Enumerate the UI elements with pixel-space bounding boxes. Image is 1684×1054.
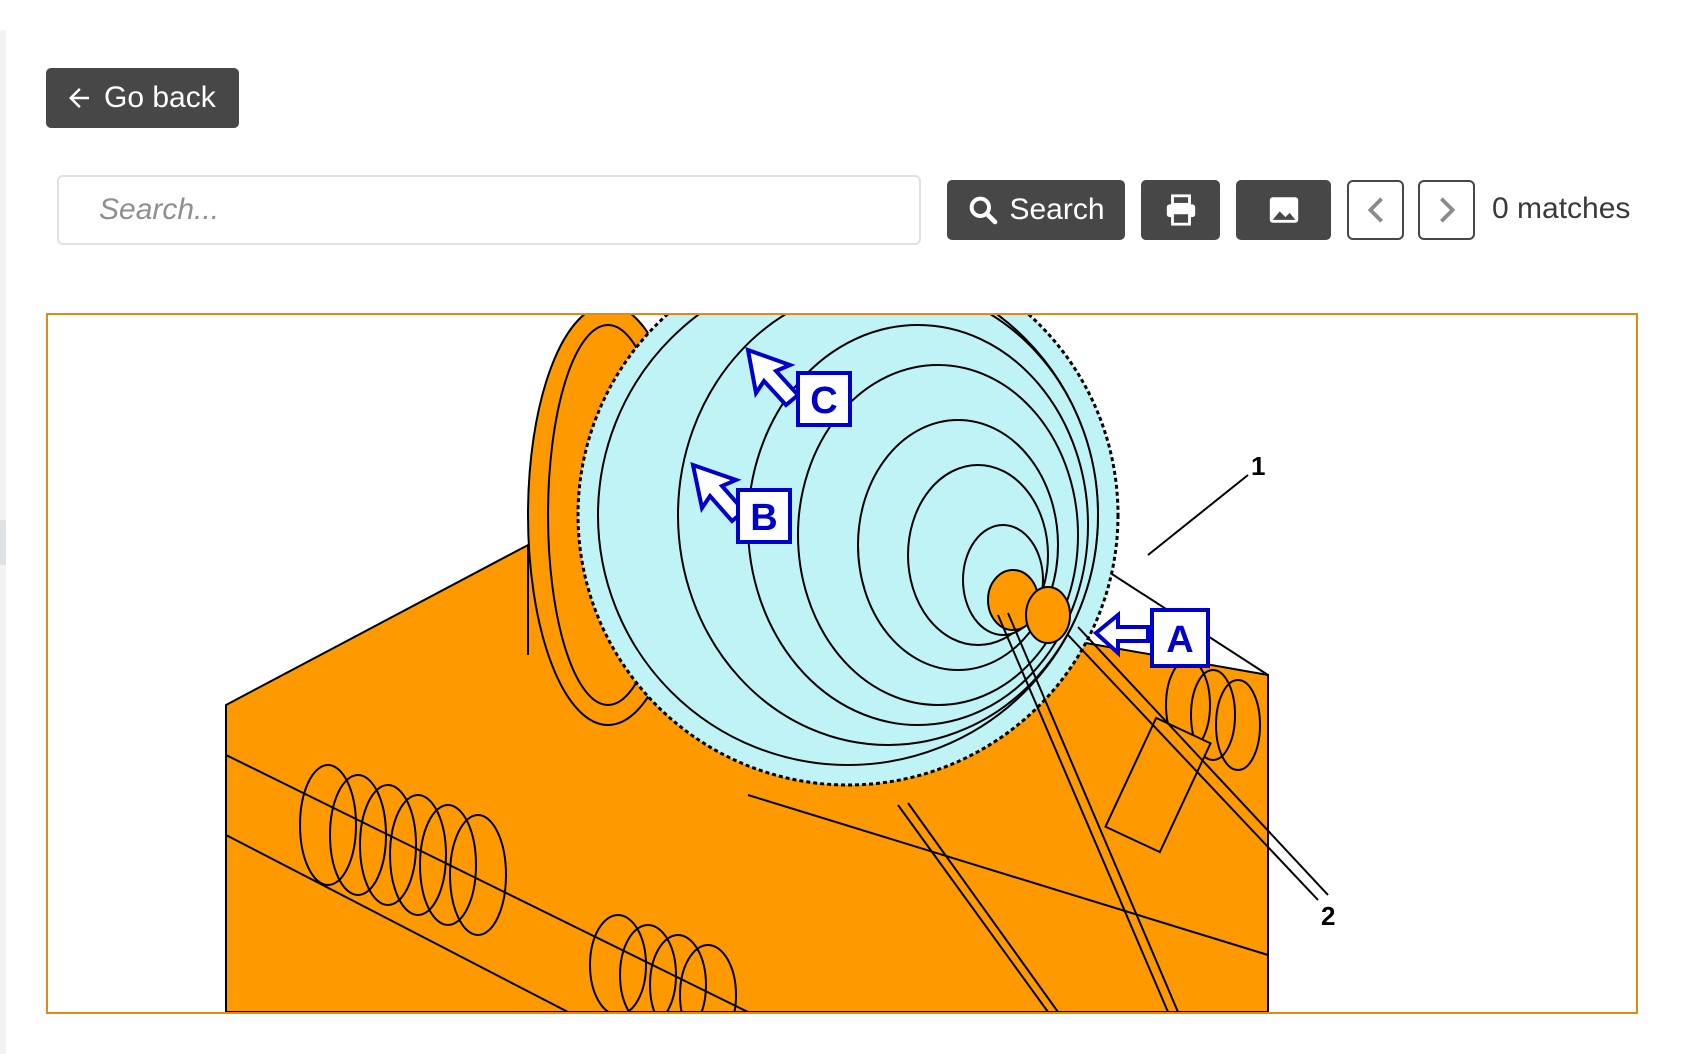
go-back-label: Go back [104, 81, 216, 114]
search-input[interactable] [57, 175, 921, 245]
search-button-label: Search [1009, 193, 1105, 226]
technical-illustration: 1 2 C B A [46, 313, 1638, 1014]
next-match-button[interactable] [1418, 180, 1475, 240]
previous-match-button[interactable] [1347, 180, 1404, 240]
search-button[interactable]: Search [947, 180, 1125, 240]
print-button[interactable] [1141, 180, 1220, 240]
chevron-left-icon [1367, 197, 1383, 223]
svg-text:B: B [750, 497, 777, 539]
view-label-c: C [796, 371, 852, 427]
arrow-left-icon [69, 88, 89, 108]
view-label-a: A [1150, 608, 1210, 668]
side-panel-handle[interactable] [0, 520, 6, 565]
callout-2: 2 [1321, 901, 1335, 931]
printer-icon [1166, 194, 1195, 226]
magnifier-icon [970, 196, 998, 225]
svg-text:C: C [810, 380, 837, 422]
callout-1: 1 [1251, 451, 1265, 481]
engine-diagram: 1 2 C B A [225, 315, 1335, 1012]
go-back-button[interactable]: Go back [46, 68, 239, 128]
chevron-right-icon [1439, 197, 1455, 223]
svg-text:A: A [1166, 619, 1193, 661]
image-icon [1269, 197, 1298, 223]
image-view-button[interactable] [1236, 180, 1331, 240]
match-count: 0 matches [1492, 192, 1631, 225]
view-label-b: B [736, 488, 792, 544]
